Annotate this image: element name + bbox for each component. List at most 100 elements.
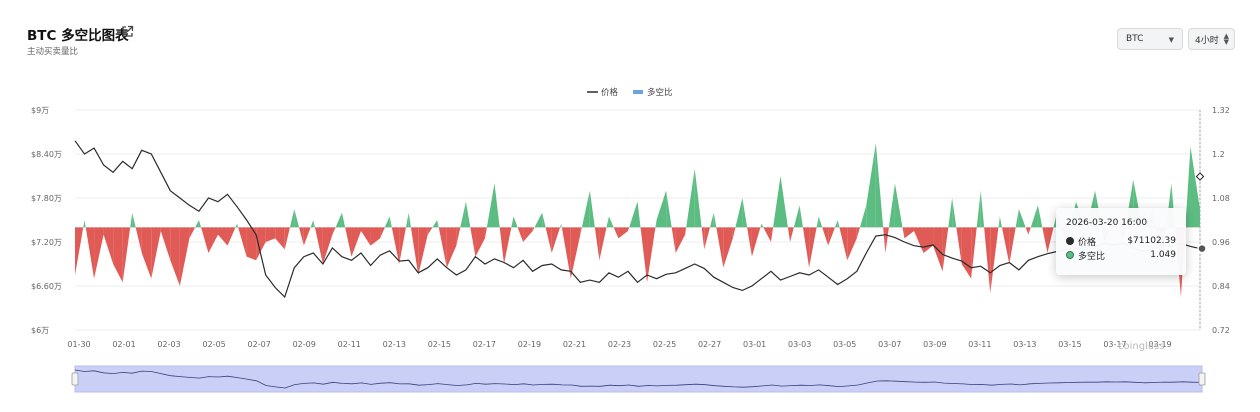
x-tick-label: 03-11 [968, 340, 991, 349]
ratio-area-long [773, 176, 781, 228]
ratio-area-long [818, 216, 823, 228]
ratio-area-short [94, 227, 104, 279]
ratio-area-short [770, 227, 774, 242]
x-tick-label: 02-03 [157, 340, 180, 349]
tooltip-price-row: 价格 $71102.39 [1066, 234, 1176, 248]
ratio-area-short [391, 227, 400, 264]
y-tick-label-left: $7.20万 [31, 238, 62, 247]
ratio-area-long [542, 212, 546, 228]
ratio-area-long [666, 190, 672, 228]
ratio-area-long [888, 183, 895, 228]
ratio-area-long [834, 220, 838, 228]
ratio-area-long [761, 223, 764, 228]
x-tick-label: 02-11 [338, 340, 361, 349]
ratio-area-long [389, 216, 392, 228]
ratio-area-short [370, 227, 381, 246]
ratio-area-long [494, 183, 500, 228]
y-tick-label-right: 0.72 [1212, 326, 1230, 335]
ratio-area-short [1009, 227, 1016, 264]
ratio-area-short [113, 227, 123, 283]
ratio-area-short [85, 227, 95, 279]
ratio-area-long [589, 190, 595, 228]
navigator-left-handle[interactable] [71, 372, 79, 386]
ratio-area-short [723, 227, 733, 268]
x-tick-label: 03-07 [878, 340, 901, 349]
y-tick-label-right: 1.2 [1212, 150, 1225, 159]
ratio-area-long [84, 220, 86, 228]
ratio-area-long [486, 183, 495, 228]
ratio-area-short [822, 227, 829, 246]
ratio-area-long [294, 209, 300, 228]
long-short-chart[interactable]: $6万 $6.60万 $7.20万 $7.80万 $8.40万 $9万 0.72 0.84 0.… [0, 0, 1260, 412]
ratio-area-long [384, 216, 390, 228]
ratio-area-short [942, 227, 949, 272]
ratio-area-long [606, 216, 609, 228]
ratio-area-long [408, 212, 411, 228]
ratio-area-long [405, 212, 409, 228]
tooltip-ratio-row: 多空比 1.049 [1066, 248, 1176, 262]
ratio-area-short [265, 227, 276, 242]
ratio-area-short [179, 227, 190, 286]
ratio-area-long [465, 201, 471, 228]
ratio-area-short [456, 227, 461, 246]
ratio-area-short [517, 227, 524, 242]
ratio-area-long [816, 216, 819, 228]
ratio-area-long [799, 205, 803, 228]
ratio-dot-icon [1066, 251, 1074, 259]
y-tick-label-right: 0.96 [1212, 238, 1230, 247]
x-tick-label: 03-05 [833, 340, 856, 349]
x-tick-label: 03-15 [1058, 340, 1081, 349]
x-tick-label: 02-15 [428, 340, 451, 349]
ratio-area-short [1025, 227, 1029, 235]
legend-price-label: 价格 [601, 87, 619, 98]
ratio-area-long [289, 209, 295, 228]
ratio-area-short [704, 227, 710, 250]
x-tick-label: 02-05 [203, 340, 226, 349]
x-tick-label: 03-13 [1013, 340, 1036, 349]
ratio-area-long [793, 205, 800, 228]
ratio-area-short [599, 227, 607, 261]
ratio-area-short [499, 227, 505, 264]
legend-ratio-label: 多空比 [647, 87, 673, 98]
chart-card: BTC 多空比图表 主动买卖量比 BTC ▼ 4小时 ▲ ▼ $6万 $6.60万 $… [0, 0, 1260, 412]
tooltip: 2026-03-20 16:00 价格 $71102.39 多空比 1.049 [1056, 208, 1186, 275]
ratio-area-short [1042, 227, 1048, 253]
ratio-area-short [208, 227, 219, 253]
ratio-area-short [971, 227, 977, 279]
ratio-area-short [170, 227, 180, 286]
ratio-area-short [151, 227, 161, 279]
ratio-area-long [310, 220, 314, 228]
ratio-area-short [961, 227, 972, 279]
ratio-area-short [504, 227, 512, 264]
ratio-area-group [75, 143, 1200, 297]
ratio-area-short [227, 227, 236, 246]
ratio-area-short [839, 227, 848, 261]
ratio-area-long [460, 201, 466, 228]
ratio-area-long [581, 190, 590, 228]
y-tick-label-right: 1.32 [1212, 106, 1230, 115]
ratio-area-short [671, 227, 676, 253]
ratio-area-short [570, 227, 581, 279]
navigator-right-handle[interactable] [1198, 372, 1206, 386]
ratio-area-short [790, 227, 794, 242]
ratio-area-long [859, 205, 867, 228]
ratio-area-long [976, 190, 981, 228]
x-tick-label: 03-01 [743, 340, 766, 349]
x-tick-label: 03-03 [788, 340, 811, 349]
ratio-area-short [141, 227, 152, 279]
ratio-area-short [627, 227, 630, 231]
ratio-area-long [195, 220, 199, 228]
ratio-area-short [75, 227, 84, 275]
ratio-area-long [1030, 205, 1038, 228]
price-marker [1197, 243, 1207, 254]
ratio-area-short [189, 227, 196, 239]
ratio-area-short [613, 227, 619, 239]
ratio-area-short [809, 227, 817, 268]
ratio-area-short [885, 227, 889, 253]
ratio-area-long [629, 201, 638, 228]
ratio-area-long [735, 198, 743, 228]
ratio-area-long [432, 220, 438, 228]
ratio-area-short [446, 227, 457, 268]
ratio-area-short [299, 227, 304, 246]
ratio-area-short [545, 227, 552, 253]
